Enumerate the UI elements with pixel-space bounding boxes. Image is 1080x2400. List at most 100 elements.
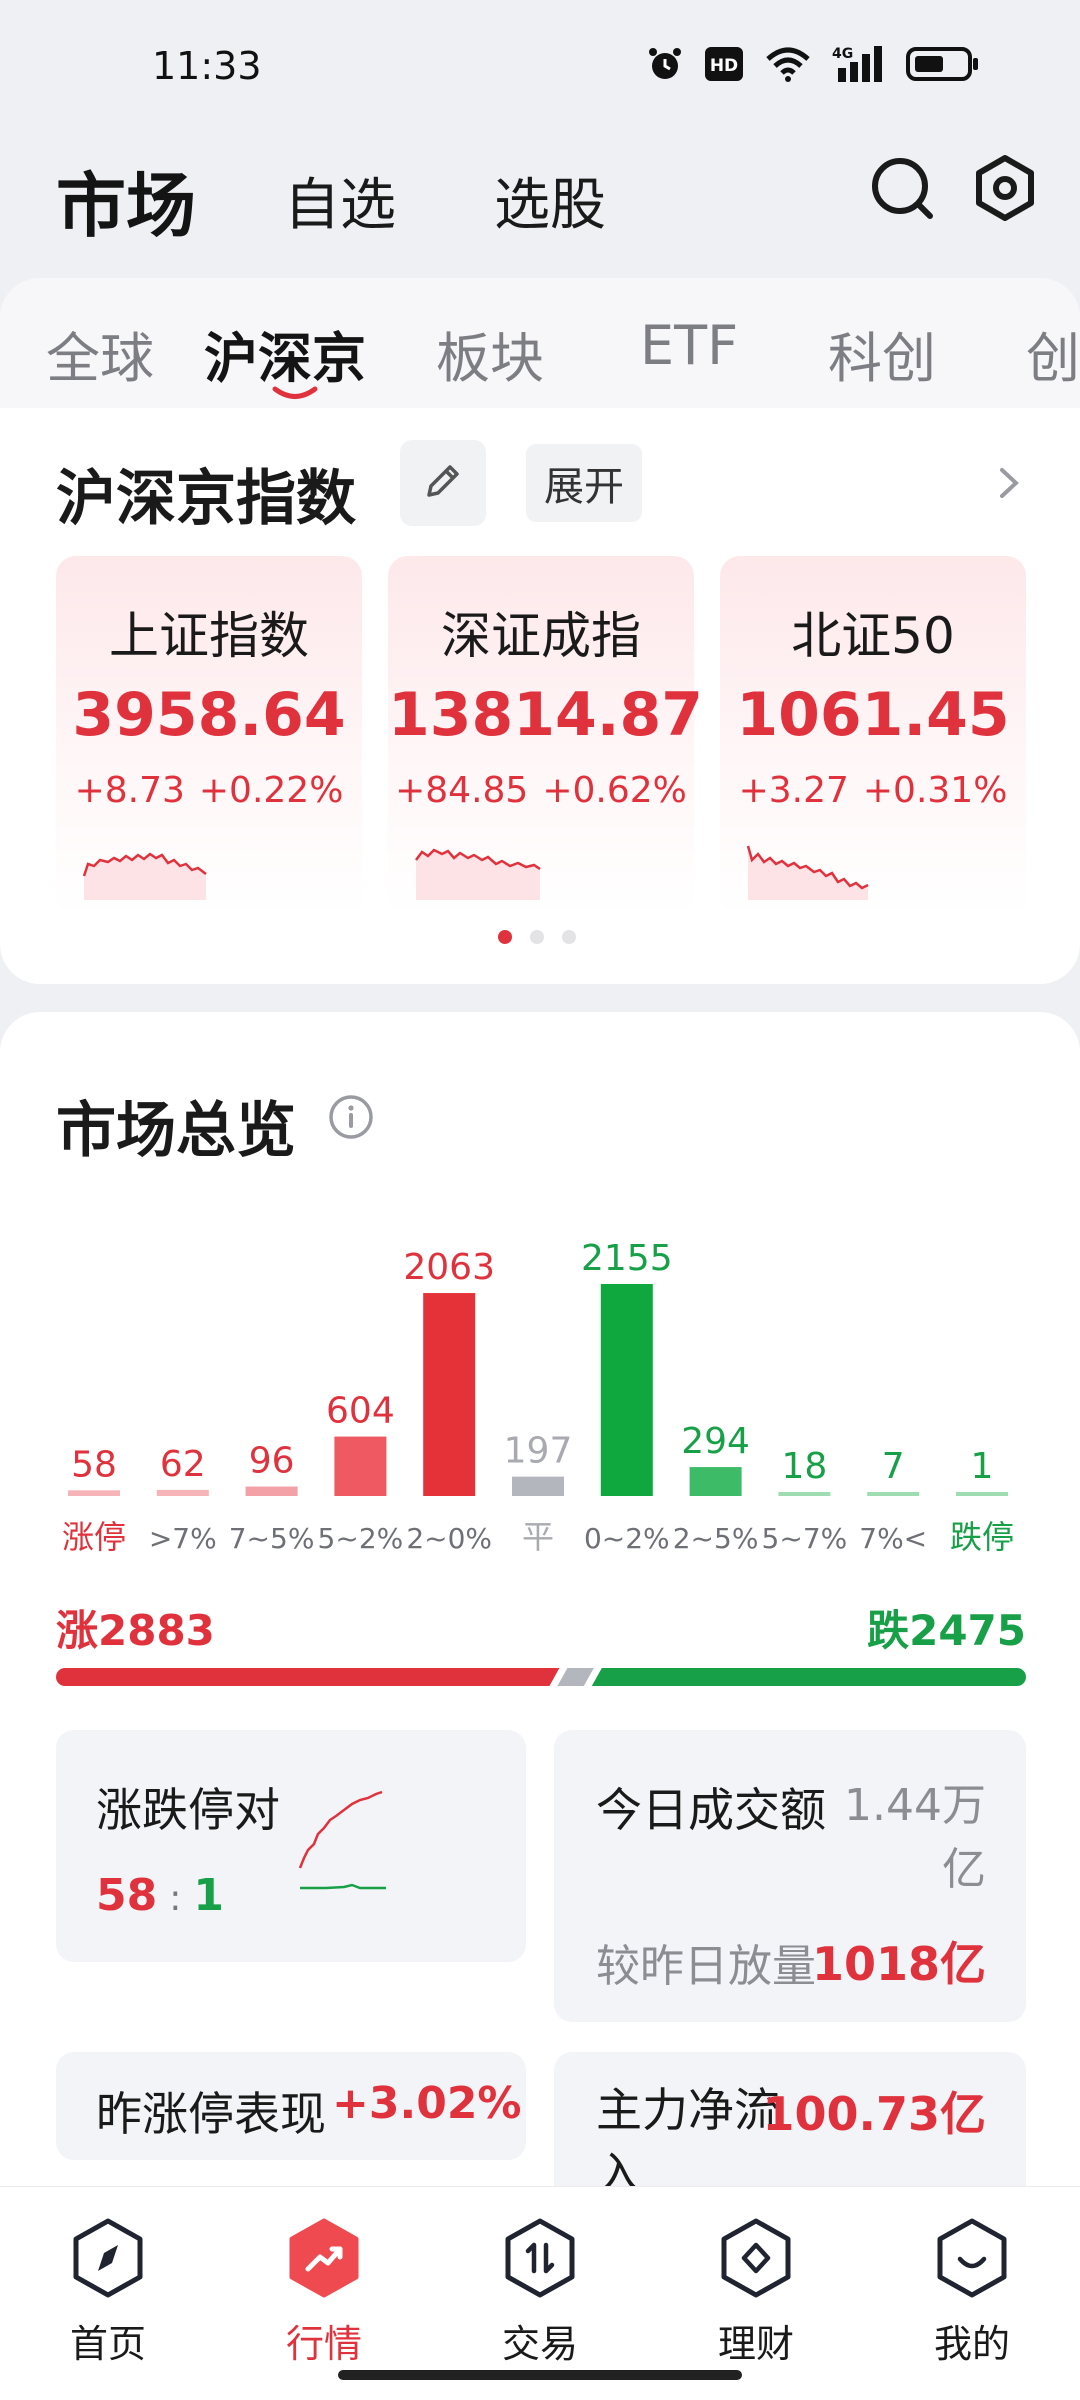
edit-button[interactable] — [400, 440, 486, 526]
chart-bar — [600, 1284, 653, 1496]
svg-text:HD: HD — [710, 56, 738, 76]
turnover-tile[interactable]: 今日成交额 1.44万亿 较昨日放量 1018亿 — [554, 1730, 1026, 2022]
smile-icon — [932, 2215, 1012, 2301]
chart-bar — [867, 1492, 920, 1496]
nav-wealth[interactable]: 理财 — [676, 2201, 836, 2371]
index-sparkline — [746, 845, 869, 900]
nav-market[interactable]: 行情 — [244, 2201, 404, 2371]
chart-bar — [778, 1492, 831, 1496]
index-name: 深证成指 — [441, 607, 641, 665]
chart-category-label: 平 — [522, 1518, 554, 1556]
settings-icon[interactable] — [970, 150, 1040, 230]
yesterday-limit-value: +3.02% — [332, 2078, 522, 2129]
subtab-etf[interactable]: ETF — [640, 314, 738, 377]
chart-value-label: 96 — [249, 1441, 295, 1482]
subtab-star[interactable]: 科创 — [828, 314, 936, 393]
chart-value-label: 7 — [882, 1446, 905, 1487]
carousel-dot[interactable] — [498, 930, 512, 944]
chevron-right-icon[interactable] — [990, 458, 1030, 508]
subtab-hushenjing[interactable]: 沪深京 — [204, 314, 366, 393]
bottom-nav: 首页 行情 交易 理财 我的 — [0, 2186, 1080, 2400]
limit-pair-ratio: 58:1 — [96, 1870, 224, 1921]
chart-bar — [423, 1293, 476, 1496]
nav-label: 我的 — [933, 2322, 1010, 2366]
fall-segment — [591, 1668, 1026, 1686]
chart-value-label: 294 — [681, 1421, 750, 1462]
limit-pair-tile[interactable]: 涨跌停对 58:1 — [56, 1730, 526, 1962]
index-value: 1061.45 — [736, 680, 1010, 750]
info-icon[interactable] — [328, 1094, 374, 1140]
chart-bar — [689, 1467, 742, 1496]
top-bar: 市场 自选 选股 — [0, 130, 1080, 260]
chart-category-label: 5~2% — [318, 1522, 404, 1555]
chart-category-label: 0~2% — [584, 1522, 670, 1555]
carousel-dot[interactable] — [530, 930, 544, 944]
index-card-shenzhen[interactable]: 深证成指 13814.87 +84.85 +0.62% — [388, 556, 704, 916]
main-flow-value: 100.73亿 — [762, 2087, 986, 2141]
chart-category-label: 涨停 — [62, 1518, 126, 1556]
wifi-icon — [764, 45, 812, 83]
tab-market[interactable]: 市场 — [56, 150, 196, 251]
nav-label: 理财 — [717, 2322, 794, 2366]
yesterday-limit-tile[interactable]: 昨涨停表现 +3.02% — [56, 2052, 526, 2160]
subtab-chinext[interactable]: 创 — [1026, 314, 1080, 393]
chart-value-label: 2155 — [581, 1238, 673, 1279]
pencil-icon — [421, 459, 465, 507]
rise-fall-ratio-bar — [56, 1668, 1026, 1686]
index-card-bj50[interactable]: 北证50 1061.45 +3.27 +0.31% — [720, 556, 1026, 916]
index-sparkline — [82, 852, 207, 900]
chart-bar — [156, 1489, 209, 1496]
status-icons: HD 4G — [646, 44, 980, 84]
carousel-dots — [498, 930, 576, 944]
hd-icon: HD — [704, 46, 744, 82]
rise-count: 涨2883 — [56, 1606, 215, 1655]
search-icon[interactable] — [868, 150, 938, 230]
active-tab-indicator — [272, 386, 318, 399]
limit-pair-label: 涨跌停对 — [96, 1783, 280, 1837]
chart-bar — [245, 1486, 298, 1496]
subtab-sectors[interactable]: 板块 — [436, 314, 544, 393]
chart-category-label: 7~5% — [229, 1522, 315, 1555]
diamond-icon — [716, 2215, 796, 2301]
subtab-global[interactable]: 全球 — [46, 314, 154, 393]
sub-tabs: 全球 沪深京 板块 ETF 科创 创 — [0, 278, 1080, 408]
index-change: +8.73 +0.22% — [74, 770, 344, 811]
chart-category-label: 2~5% — [673, 1522, 759, 1555]
index-sparkline — [415, 848, 541, 900]
chart-value-label: 197 — [504, 1431, 573, 1472]
trend-icon — [284, 2215, 364, 2301]
nav-trade[interactable]: 交易 — [460, 2201, 620, 2371]
tab-watchlist[interactable]: 自选 — [284, 160, 396, 241]
index-card-panel: 全球 沪深京 板块 ETF 科创 创 沪深京指数 展开 上证指数 3958.64… — [0, 278, 1080, 984]
tab-stock-picker[interactable]: 选股 — [494, 160, 606, 241]
alarm-icon — [646, 45, 684, 83]
flat-segment — [557, 1668, 594, 1686]
index-change: +84.85 +0.62% — [395, 770, 687, 811]
overview-title: 市场总览 — [56, 1096, 296, 1166]
index-name: 北证50 — [791, 607, 955, 665]
turnover-label: 今日成交额 — [596, 1783, 826, 1837]
signal-icon: 4G — [832, 44, 886, 84]
chart-category-label: 7%< — [859, 1522, 927, 1555]
nav-home[interactable]: 首页 — [28, 2201, 188, 2371]
chart-value-label: 62 — [160, 1444, 206, 1485]
rise-segment — [56, 1668, 560, 1686]
carousel-dot[interactable] — [562, 930, 576, 944]
status-bar: 11:33 HD 4G — [0, 0, 1080, 120]
chart-value-label: 58 — [71, 1444, 117, 1485]
nav-label: 首页 — [69, 2322, 146, 2366]
index-value: 13814.87 — [388, 680, 704, 750]
network-label: 4G — [832, 46, 853, 62]
chart-category-label: 5~7% — [762, 1522, 848, 1555]
expand-button[interactable]: 展开 — [526, 444, 642, 522]
status-time: 11:33 — [152, 44, 262, 88]
compass-icon — [68, 2215, 148, 2301]
nav-me[interactable]: 我的 — [892, 2201, 1052, 2371]
index-card-shanghai[interactable]: 上证指数 3958.64 +8.73 +0.22% — [56, 556, 362, 916]
nav-label: 行情 — [285, 2322, 362, 2366]
chart-bar — [334, 1436, 387, 1496]
chart-bar — [68, 1490, 120, 1496]
turnover-compare-value: 1018亿 — [811, 1937, 986, 1991]
battery-icon — [906, 46, 980, 82]
index-name: 上证指数 — [109, 607, 309, 665]
